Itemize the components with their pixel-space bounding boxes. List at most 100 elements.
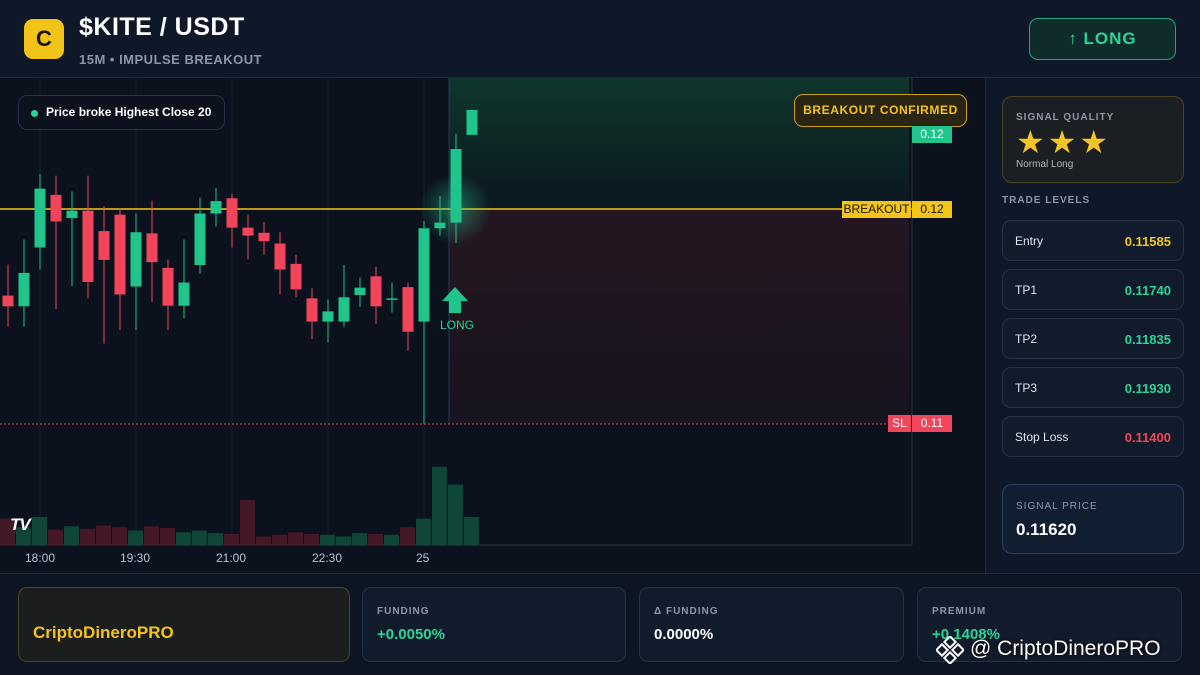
level-value: 0.11740 <box>1124 283 1171 298</box>
candle-body <box>18 272 30 307</box>
level-value: 0.11585 <box>1124 234 1171 249</box>
price-chart[interactable] <box>0 78 985 573</box>
volume-bar <box>96 525 111 545</box>
x-axis-label: 21:00 <box>216 551 247 565</box>
level-value: 0.11930 <box>1124 381 1171 396</box>
grid <box>39 78 425 545</box>
coin-logo: C <box>24 19 64 59</box>
volume-bar <box>400 527 415 545</box>
breakout-tag: BREAKOUT <box>842 201 911 218</box>
volume-bar <box>160 528 175 545</box>
volume-bar <box>320 534 335 545</box>
volume-bar <box>432 466 447 545</box>
level-label: Entry <box>1015 234 1044 248</box>
volume-bar <box>176 532 191 545</box>
candle-body <box>178 282 190 306</box>
candle-body <box>386 298 398 300</box>
status-dot <box>31 110 38 117</box>
watermark: @ CriptoDineroPRO <box>936 636 1196 664</box>
signal-quality-card: SIGNAL QUALITY ★★★ Normal Long <box>1002 96 1184 183</box>
signal-price-value: 0.11620 <box>1016 520 1077 539</box>
breakout-price-tag: 0.12 <box>912 201 952 218</box>
volume-bar <box>384 534 399 545</box>
candle-body <box>242 227 254 236</box>
candle-body <box>434 222 446 229</box>
volume-bar <box>128 530 143 545</box>
volume-bar <box>288 532 303 545</box>
long-signal-label: LONG <box>440 318 475 332</box>
chart-area[interactable] <box>0 78 985 573</box>
level-row-entry[interactable]: Entry 0.11585 <box>1002 220 1184 261</box>
star-icon: ★★★ <box>1016 124 1112 160</box>
volume-bar <box>352 533 367 545</box>
volume-bar <box>80 528 95 545</box>
x-axis-label: 25 <box>416 551 430 565</box>
x-axis-label: 22:30 <box>312 551 343 565</box>
x-axis-label: 19:30 <box>120 551 151 565</box>
level-value: 0.11400 <box>1124 430 1171 445</box>
pair-title: $KITE / USDT <box>79 13 245 41</box>
pair-subtitle: 15M • IMPULSE BREAKOUT <box>79 52 263 67</box>
candle-body <box>258 232 270 242</box>
level-label: TP3 <box>1015 381 1038 395</box>
volume-bar <box>48 529 63 545</box>
candle-layer <box>2 109 478 424</box>
candle-body <box>370 276 382 307</box>
volume-bar <box>272 534 287 545</box>
level-label: TP1 <box>1015 283 1038 297</box>
volume-bar <box>336 536 351 545</box>
level-row-stop-loss[interactable]: Stop Loss 0.11400 <box>1002 416 1184 457</box>
delta-funding-card: Δ FUNDING 0.0000% <box>639 587 904 662</box>
funding-card: FUNDING +0.0050% <box>362 587 626 662</box>
candle-body <box>50 194 62 222</box>
candle-body <box>466 109 478 135</box>
long-button[interactable]: ↑ LONG <box>1029 18 1176 60</box>
breakout-confirmed-badge: BREAKOUT CONFIRMED <box>794 94 967 127</box>
candle-body <box>274 243 286 270</box>
signal-price-card: SIGNAL PRICE 0.11620 <box>1002 484 1184 554</box>
candle-body <box>34 188 46 248</box>
delta-funding-value: 0.0000% <box>654 626 714 643</box>
x-axis-label: 18:00 <box>25 551 56 565</box>
candle-body <box>82 210 94 282</box>
volume-layer <box>0 466 479 545</box>
signal-quality-subtitle: Normal Long <box>1016 159 1074 170</box>
volume-bar <box>416 518 431 545</box>
candle-body <box>418 228 430 322</box>
signal-price-label: SIGNAL PRICE <box>1016 501 1098 512</box>
level-label: TP2 <box>1015 332 1038 346</box>
volume-bar <box>304 533 319 545</box>
candle-body <box>402 287 414 332</box>
candle-body <box>354 287 366 295</box>
volume-bar <box>64 526 79 545</box>
volume-bar <box>208 533 223 545</box>
candle-body <box>306 298 318 322</box>
volume-bar <box>464 516 479 545</box>
candle-body <box>146 233 158 263</box>
sl-zone <box>449 209 909 424</box>
candle-body <box>194 213 206 266</box>
level-label: Stop Loss <box>1015 430 1069 444</box>
level-row-tp3[interactable]: TP3 0.11930 <box>1002 367 1184 408</box>
level-row-tp1[interactable]: TP1 0.11740 <box>1002 269 1184 310</box>
delta-funding-label: Δ FUNDING <box>654 606 719 617</box>
volume-bar <box>448 484 463 545</box>
volume-bar <box>240 499 255 545</box>
sl-tag: SL <box>888 415 911 432</box>
premium-label: PREMIUM <box>932 606 987 617</box>
candle-body <box>226 198 238 228</box>
volume-bar <box>368 533 383 545</box>
chart-note: Price broke Highest Close 20 <box>18 95 226 130</box>
candle-body <box>322 311 334 322</box>
candle-body <box>290 263 302 290</box>
candle-body <box>2 295 14 307</box>
volume-bar <box>32 516 47 545</box>
brand-name: CriptoDineroPRO <box>33 623 174 642</box>
level-row-tp2[interactable]: TP2 0.11835 <box>1002 318 1184 359</box>
candle-body <box>114 214 126 295</box>
binance-logo-icon <box>936 636 964 664</box>
candle-body <box>210 201 222 214</box>
candle-body <box>66 210 78 219</box>
signal-quality-title: SIGNAL QUALITY <box>1016 112 1115 123</box>
top-price-tag: 0.12 <box>912 126 952 143</box>
